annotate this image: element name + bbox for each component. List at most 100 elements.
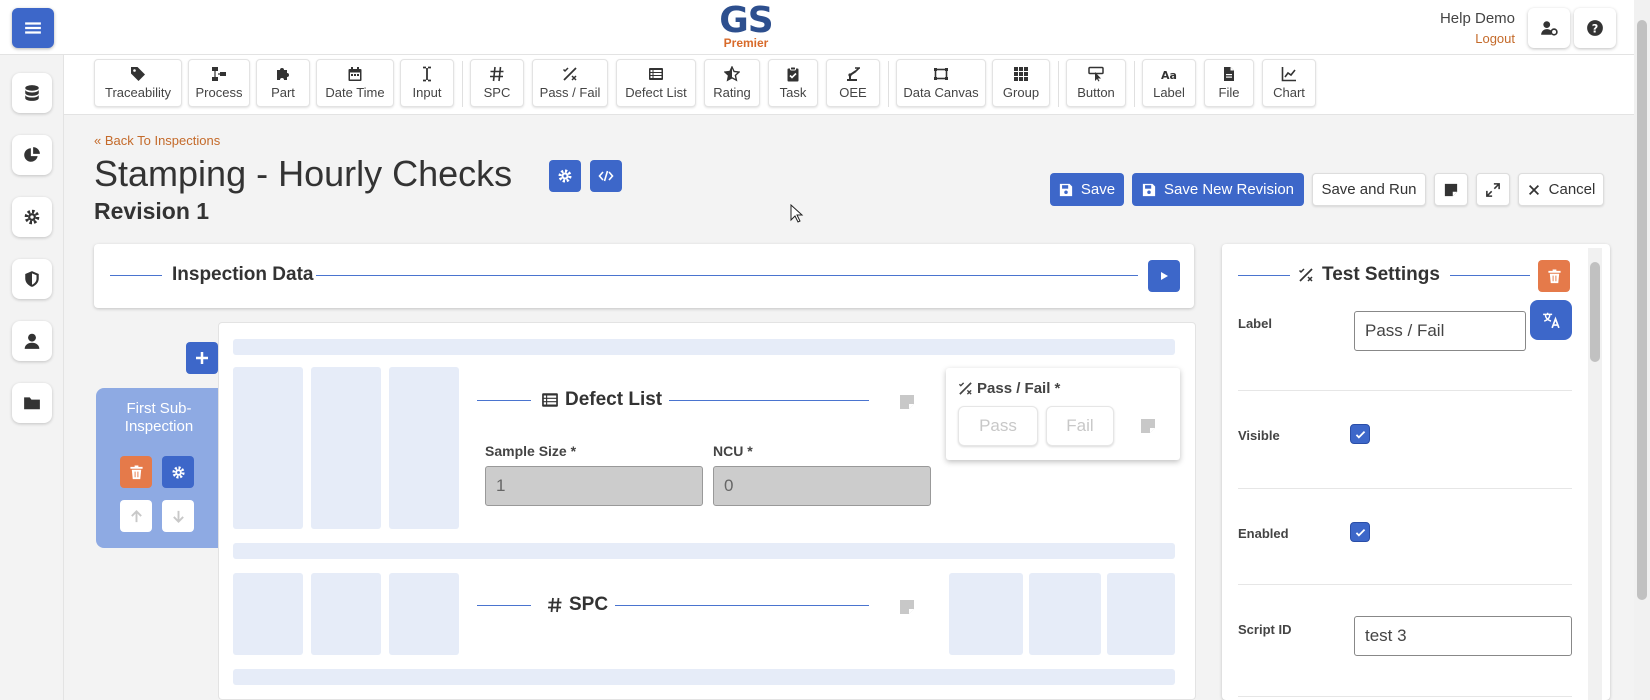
tool-label: Date Time (325, 85, 385, 100)
test-settings-title-text: Test Settings (1322, 264, 1440, 285)
sidebar-item-reports[interactable] (12, 135, 52, 175)
move-up-button[interactable] (120, 500, 152, 532)
notes-button[interactable] (1434, 173, 1468, 206)
drop-zone[interactable] (233, 669, 1175, 685)
expand-inspection-data-button[interactable] (1148, 260, 1180, 292)
expand-icon (1486, 182, 1500, 197)
tool-traceability[interactable]: Traceability (94, 59, 182, 107)
inspection-settings-button[interactable] (549, 160, 581, 192)
tool-input[interactable]: Input (400, 59, 454, 107)
settings-scroll-thumb[interactable] (1590, 262, 1600, 362)
tool-spc[interactable]: SPC (470, 59, 524, 107)
tool-data-canvas[interactable]: Data Canvas (896, 59, 986, 107)
app-logo[interactable]: GS Premier (716, 2, 776, 50)
section-divider (477, 605, 531, 606)
section-divider (110, 275, 162, 276)
page-scrollbar[interactable] (1634, 0, 1650, 700)
tool-label: Defect List (625, 85, 687, 100)
defect-list-title[interactable]: Defect List (541, 389, 662, 411)
tool-process[interactable]: Process (188, 59, 250, 107)
delete-sub-inspection-button[interactable] (120, 456, 152, 488)
sticky-note-icon[interactable] (899, 394, 915, 410)
section-divider (615, 605, 869, 606)
tool-label: Part (271, 85, 295, 100)
delete-element-button[interactable] (1538, 260, 1570, 292)
tool-group[interactable]: Group (992, 59, 1050, 107)
tool-label[interactable]: Aa Label (1142, 59, 1196, 107)
drop-zone[interactable] (949, 573, 1023, 655)
translate-button[interactable] (1530, 300, 1572, 340)
sticky-note-icon[interactable] (899, 599, 915, 615)
tool-pass-fail[interactable]: Pass / Fail (532, 59, 608, 107)
sidebar-item-users[interactable] (12, 321, 52, 361)
help-button[interactable]: ? (1574, 8, 1616, 48)
drop-zone[interactable] (389, 367, 459, 529)
sub-inspection-settings-button[interactable] (162, 456, 194, 488)
user-block: Help Demo Logout (1440, 10, 1515, 46)
sticky-note-icon[interactable] (1140, 418, 1156, 434)
tool-task[interactable]: Task (768, 59, 818, 107)
sticky-note-icon (1444, 183, 1458, 196)
add-sub-inspection-button[interactable] (186, 342, 218, 374)
sidebar-item-files[interactable] (12, 383, 52, 423)
sidebar-item-security[interactable] (12, 259, 52, 299)
label-input[interactable]: Pass / Fail (1354, 311, 1526, 351)
logout-link[interactable]: Logout (1440, 31, 1515, 46)
settings-scrollbar[interactable] (1588, 248, 1602, 700)
cancel-button[interactable]: Cancel (1518, 173, 1604, 206)
page-scroll-thumb[interactable] (1637, 20, 1647, 600)
drop-zone[interactable] (1029, 573, 1101, 655)
code-view-button[interactable] (590, 160, 622, 192)
tool-file[interactable]: File (1204, 59, 1254, 107)
drop-zone[interactable] (311, 367, 381, 529)
arrow-down-icon (172, 510, 184, 523)
sub-inspection-card[interactable]: First Sub-Inspection (96, 388, 222, 548)
move-down-button[interactable] (162, 500, 194, 532)
tool-date-time[interactable]: Date Time (316, 59, 394, 107)
tool-button[interactable]: Button (1066, 59, 1126, 107)
ncu-input[interactable]: 0 (713, 466, 931, 506)
tool-defect-list[interactable]: Defect List (616, 59, 696, 107)
back-to-inspections-link[interactable]: « Back To Inspections (94, 133, 220, 148)
menu-button[interactable] (12, 8, 54, 48)
text-cursor-icon (423, 66, 431, 82)
calendar-icon (348, 67, 362, 81)
sample-size-label: Sample Size * (485, 443, 577, 459)
pass-fail-card[interactable]: Pass / Fail * Pass Fail (946, 368, 1180, 460)
drop-zone[interactable] (233, 573, 303, 655)
settings-divider (1238, 488, 1572, 489)
enabled-checkbox[interactable] (1350, 522, 1370, 542)
fail-button[interactable]: Fail (1046, 406, 1114, 446)
script-id-input[interactable]: test 3 (1354, 616, 1572, 656)
drop-zone[interactable] (233, 367, 303, 529)
enabled-label: Enabled (1238, 526, 1289, 541)
tool-oee[interactable]: OEE (826, 59, 880, 107)
pass-button[interactable]: Pass (958, 406, 1038, 446)
save-and-run-button[interactable]: Save and Run (1312, 173, 1426, 206)
shield-icon (25, 271, 39, 287)
sidebar-item-database[interactable] (12, 73, 52, 113)
tool-label: Pass / Fail (539, 85, 601, 100)
save-button[interactable]: Save (1050, 173, 1124, 206)
drop-zone[interactable] (1107, 573, 1175, 655)
user-settings-button[interactable] (1528, 8, 1570, 48)
drop-zone[interactable] (233, 339, 1175, 355)
pointer-button-icon (1088, 66, 1104, 82)
tool-chart[interactable]: Chart (1262, 59, 1316, 107)
canvas-icon (934, 68, 948, 80)
tool-rating[interactable]: Rating (704, 59, 760, 107)
sidebar-item-settings[interactable] (12, 197, 52, 237)
visible-checkbox[interactable] (1350, 424, 1370, 444)
drop-zone[interactable] (311, 573, 381, 655)
save-new-revision-button[interactable]: Save New Revision (1132, 173, 1304, 206)
fullscreen-button[interactable] (1476, 173, 1510, 206)
section-divider (477, 400, 531, 401)
spc-title[interactable]: SPC (547, 594, 608, 616)
drop-zone[interactable] (389, 573, 459, 655)
element-toolbar: Traceability Process Part Date Time Inpu… (64, 55, 1650, 115)
user-name: Help Demo (1439, 10, 1515, 27)
tool-part[interactable]: Part (256, 59, 310, 107)
chart-icon (1281, 67, 1296, 82)
drop-zone[interactable] (233, 543, 1175, 559)
sample-size-input[interactable]: 1 (485, 466, 703, 506)
